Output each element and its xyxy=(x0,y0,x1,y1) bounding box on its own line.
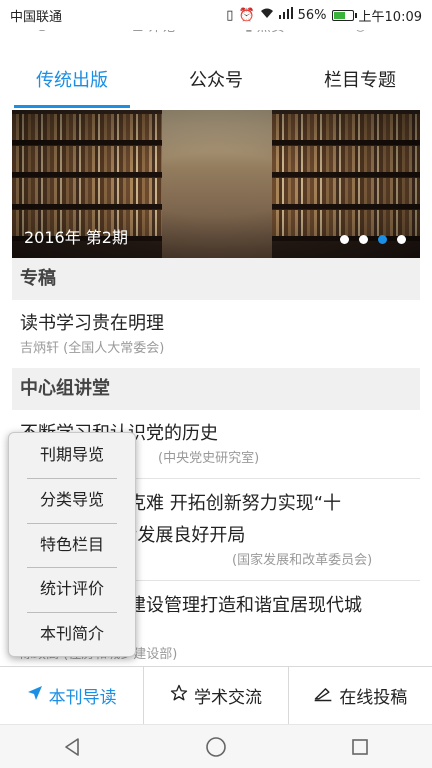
menu-item-category-guide[interactable]: 分类导览 xyxy=(9,477,135,523)
carousel-dot-active[interactable] xyxy=(378,235,387,244)
navigation-arrow-icon xyxy=(27,685,43,706)
battery-icon xyxy=(331,9,357,21)
tab-traditional-publishing[interactable]: 传统出版 xyxy=(0,58,144,108)
issue-banner[interactable]: 2016年 第2期 xyxy=(12,110,420,258)
menu-item-journal-intro[interactable]: 本刊简介 xyxy=(9,612,135,657)
star-icon xyxy=(170,684,188,707)
system-nav-bar xyxy=(0,724,432,768)
status-bar: 中国联通 ▯ ⏰ 56% 上午10:09 xyxy=(0,0,432,30)
back-icon[interactable] xyxy=(52,727,92,767)
clock: 上午10:09 xyxy=(358,9,422,25)
banner-issue-title: 2016年 第2期 xyxy=(24,228,128,247)
article-title: 读书学习贵在明理 xyxy=(20,313,164,334)
section-heading: 专稿 xyxy=(12,258,420,300)
battery-percent: 56% xyxy=(297,7,327,23)
academic-exchange-button[interactable]: 学术交流 xyxy=(143,667,287,724)
recents-icon[interactable] xyxy=(340,727,380,767)
status-icons: ▯ ⏰ 56% 上午10:09 xyxy=(226,6,422,25)
section-heading: 中心组讲堂 xyxy=(12,368,420,410)
carousel-dots xyxy=(340,235,406,244)
menu-item-featured-columns[interactable]: 特色栏目 xyxy=(9,522,135,568)
journal-guide-button[interactable]: 本刊导读 xyxy=(0,667,143,724)
alarm-icon: ⏰ xyxy=(238,7,255,23)
menu-item-issue-guide[interactable]: 刊期导览 xyxy=(9,433,135,478)
menu-item-statistics[interactable]: 统计评价 xyxy=(9,567,135,612)
bottom-toolbar: 本刊导读 学术交流 在线投稿 xyxy=(0,666,432,724)
tab-bar: 传统出版 公众号 栏目专题 xyxy=(0,58,432,108)
signal-icon xyxy=(278,7,293,23)
wifi-icon xyxy=(260,7,274,23)
home-icon[interactable] xyxy=(196,727,236,767)
submit-pen-icon xyxy=(313,684,333,707)
vibrate-icon: ▯ xyxy=(226,7,234,23)
guide-popup-menu: 刊期导览 分类导览 特色栏目 统计评价 本刊简介 xyxy=(8,432,136,657)
article-author: 吉炳轩 (全国人大常委会) xyxy=(20,341,165,356)
tab-column-topics[interactable]: 栏目专题 xyxy=(288,58,432,108)
carrier-label: 中国联通 xyxy=(10,9,63,25)
tab-official-account[interactable]: 公众号 xyxy=(144,58,288,108)
online-submission-button[interactable]: 在线投稿 xyxy=(287,667,432,724)
carousel-dot[interactable] xyxy=(397,235,406,244)
carousel-dot[interactable] xyxy=(340,235,349,244)
carousel-dot[interactable] xyxy=(359,235,368,244)
article-item[interactable]: 读书学习贵在明理 吉炳轩 (全国人大常委会) xyxy=(20,308,420,358)
